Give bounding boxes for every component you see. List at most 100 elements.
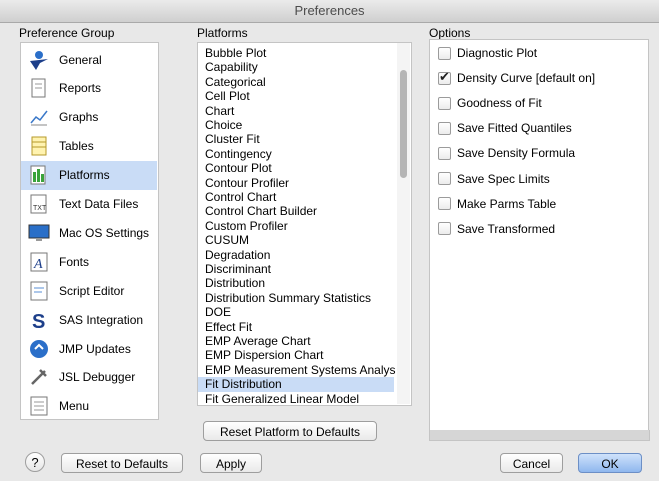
option-item[interactable]: Save Spec Limits: [438, 170, 550, 188]
platforms-scrollbar[interactable]: [397, 43, 410, 404]
platform-list-item[interactable]: Discriminant: [198, 262, 394, 276]
option-item[interactable]: Diagnostic Plot: [438, 44, 537, 62]
tables-icon: [27, 134, 51, 158]
preference-group-item-label: SAS Integration: [59, 312, 144, 327]
preference-group-list[interactable]: General Reports Graphs Tables Platforms TXT Te…: [20, 42, 159, 420]
platform-list-item[interactable]: Fit Distribution: [198, 377, 394, 392]
platforms-scrollbar-thumb[interactable]: [400, 70, 407, 178]
platform-list-item[interactable]: EMP Dispersion Chart: [198, 348, 394, 362]
preference-group-item-label: JSL Debugger: [59, 370, 136, 385]
help-button[interactable]: ?: [25, 452, 45, 472]
preference-group-item[interactable]: Script Editor: [21, 276, 157, 305]
platform-list-item[interactable]: Choice: [198, 118, 394, 132]
cancel-button[interactable]: Cancel: [500, 453, 563, 473]
option-item[interactable]: Save Fitted Quantiles: [438, 119, 572, 137]
reset-to-defaults-button[interactable]: Reset to Defaults: [61, 453, 183, 473]
platform-list-item[interactable]: Degradation: [198, 248, 394, 262]
preference-group-label: Preference Group: [19, 26, 115, 40]
apply-button[interactable]: Apply: [200, 453, 262, 473]
preference-group-item[interactable]: Tables: [21, 132, 157, 161]
preference-group-item[interactable]: Platforms: [21, 160, 157, 190]
platform-list-item[interactable]: Control Chart: [198, 190, 394, 204]
preference-group-item[interactable]: Menu: [21, 392, 157, 419]
preference-group-item-label: Script Editor: [59, 283, 125, 298]
platform-list-item[interactable]: Contour Profiler: [198, 176, 394, 190]
option-label: Save Spec Limits: [457, 171, 550, 186]
preference-group-item-label: Tables: [59, 139, 94, 154]
svg-text:S: S: [32, 311, 45, 331]
preference-group-item-label: Text Data Files: [59, 197, 139, 211]
platform-list-item[interactable]: Distribution Summary Statistics: [198, 291, 394, 305]
script-editor-icon: [27, 279, 51, 303]
preference-group-item[interactable]: General: [21, 45, 157, 74]
svg-text:A: A: [33, 257, 43, 272]
option-checkbox[interactable]: [438, 121, 451, 135]
platform-list-item[interactable]: Contingency: [198, 147, 394, 161]
preference-group-item-label: Mac OS Settings: [59, 225, 150, 240]
option-checkbox[interactable]: [438, 197, 451, 211]
platform-list-item[interactable]: Fit Generalized Linear Model: [198, 392, 394, 405]
general-icon: [27, 48, 51, 72]
preference-group-item[interactable]: JSL Debugger: [21, 363, 157, 392]
platform-list-item[interactable]: Effect Fit: [198, 320, 394, 334]
platform-list-item[interactable]: Bubble Plot: [198, 46, 394, 60]
jsl-debugger-icon: [27, 365, 51, 389]
platform-list-item[interactable]: Capability: [198, 60, 394, 74]
svg-text:TXT: TXT: [33, 205, 47, 212]
window-title: Preferences: [0, 0, 659, 23]
options-panel: Diagnostic Plot ✔ Density Curve [default o…: [429, 39, 649, 431]
option-checkbox[interactable]: ✔: [438, 68, 451, 85]
platform-list-item[interactable]: Chart: [198, 104, 394, 118]
preference-group-item[interactable]: JMP Updates: [21, 334, 157, 363]
reports-icon: [27, 76, 51, 100]
platform-list-item[interactable]: DOE: [198, 305, 394, 319]
platform-list-item[interactable]: EMP Average Chart: [198, 334, 394, 348]
option-checkbox[interactable]: [438, 172, 451, 185]
option-item[interactable]: Make Parms Table: [438, 195, 556, 213]
preference-group-item-label: Fonts: [59, 254, 90, 269]
option-label: Diagnostic Plot: [457, 46, 538, 60]
text-data-files-icon: TXT: [27, 192, 51, 216]
platform-list-item[interactable]: Cluster Fit: [198, 132, 394, 146]
option-item[interactable]: Save Density Formula: [438, 144, 575, 162]
platform-list-item[interactable]: Categorical: [198, 75, 394, 89]
preference-group-item[interactable]: Reports: [21, 74, 157, 103]
platform-list-item[interactable]: CUSUM: [198, 233, 394, 247]
menu-icon: [27, 394, 51, 418]
preference-group-item-label: JMP Updates: [59, 341, 131, 356]
platforms-label: Platforms: [197, 26, 248, 40]
sas-integration-icon: S: [27, 308, 51, 332]
option-label: Save Density Formula: [457, 146, 576, 161]
preference-group-item-label: General: [59, 52, 102, 67]
platform-list-item[interactable]: EMP Measurement Systems Analys: [198, 363, 396, 377]
preference-group-item[interactable]: TXT Text Data Files: [21, 190, 157, 219]
preference-group-item-label: Platforms: [59, 168, 110, 183]
option-label: Density Curve [default on]: [457, 71, 596, 86]
platform-list-item[interactable]: Cell Plot: [198, 89, 394, 103]
platform-list-item[interactable]: Contour Plot: [198, 161, 394, 175]
preference-group-item[interactable]: S SAS Integration: [21, 305, 157, 334]
platform-list-item[interactable]: Custom Profiler: [198, 219, 394, 233]
preference-group-item[interactable]: Graphs: [21, 103, 157, 132]
preference-group-item[interactable]: A Fonts: [21, 247, 157, 276]
option-label: Make Parms Table: [457, 196, 557, 211]
reset-platform-button[interactable]: Reset Platform to Defaults: [203, 421, 377, 441]
graphs-icon: [27, 105, 51, 129]
option-checkbox[interactable]: [438, 222, 451, 236]
platform-list-item[interactable]: Control Chart Builder: [198, 204, 394, 218]
fonts-icon: A: [27, 250, 51, 274]
platform-list-item[interactable]: Distribution: [198, 276, 394, 290]
option-item[interactable]: ✔ Density Curve [default on]: [438, 69, 595, 87]
option-checkbox[interactable]: [438, 96, 451, 110]
options-label: Options: [429, 26, 471, 40]
option-label: Save Fitted Quantiles: [457, 121, 572, 136]
option-checkbox[interactable]: [438, 146, 451, 160]
option-item[interactable]: Save Transformed: [438, 220, 555, 238]
ok-button[interactable]: OK: [578, 453, 642, 473]
platforms-icon: [27, 163, 51, 187]
option-checkbox[interactable]: [438, 46, 451, 60]
checkmark-icon: ✔: [439, 68, 450, 84]
preference-group-item[interactable]: Mac OS Settings: [21, 218, 157, 247]
option-item[interactable]: Goodness of Fit: [438, 94, 542, 112]
platforms-list[interactable]: Bubble Plot Capability Categorical Cell Plo…: [197, 42, 412, 406]
